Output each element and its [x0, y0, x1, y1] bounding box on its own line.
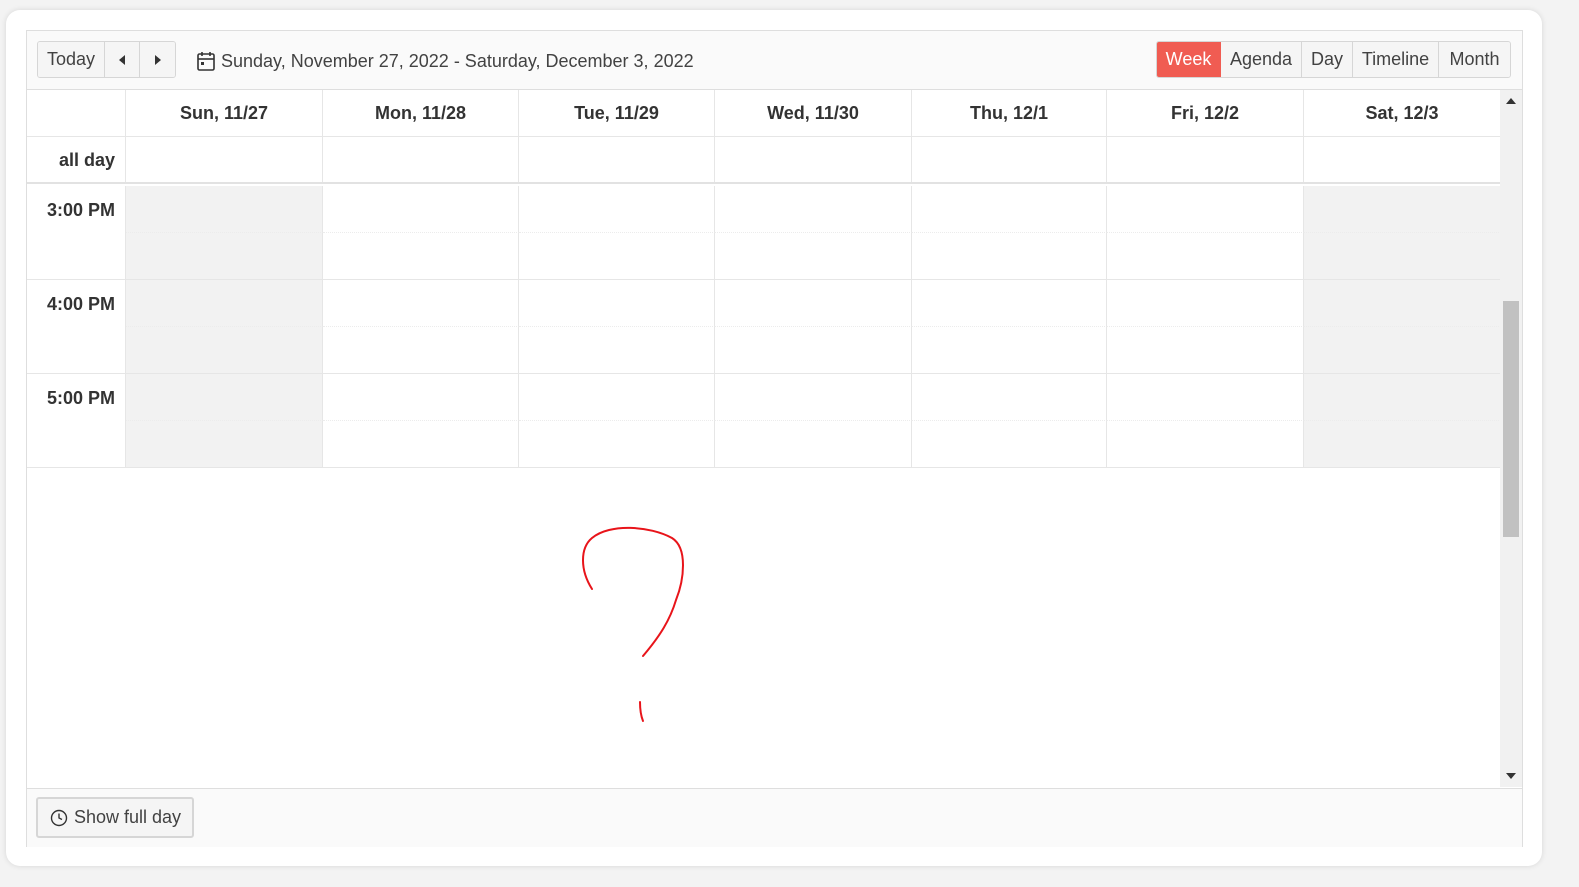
time-label-cell: 3:00 PM: [27, 186, 126, 280]
vertical-scrollbar[interactable]: [1500, 90, 1522, 787]
all-day-cell[interactable]: [912, 137, 1107, 182]
time-slot-cell[interactable]: [1107, 327, 1304, 374]
view-day-button[interactable]: Day: [1302, 42, 1353, 77]
time-slot-cell[interactable]: [126, 421, 323, 468]
all-day-cell[interactable]: [1304, 137, 1501, 182]
day-header-mon[interactable]: Mon, 11/28: [323, 90, 519, 136]
scheduler-footer: Show full day: [27, 788, 1522, 847]
time-slot-cell[interactable]: [323, 233, 519, 280]
time-slot-cell[interactable]: [912, 421, 1107, 468]
all-day-cell[interactable]: [126, 137, 323, 182]
time-slot-cell[interactable]: [519, 233, 715, 280]
caret-right-icon: [154, 54, 161, 65]
time-slot-cell[interactable]: [519, 374, 715, 421]
scroll-down-icon[interactable]: [1506, 773, 1516, 779]
view-timeline-button[interactable]: Timeline: [1353, 42, 1439, 77]
time-slot-cell[interactable]: [1304, 421, 1501, 468]
time-slot-cell[interactable]: [1304, 280, 1501, 327]
time-slot-cell[interactable]: [126, 233, 323, 280]
time-slot-cell[interactable]: [912, 186, 1107, 233]
time-slot-cell[interactable]: [912, 327, 1107, 374]
all-day-cell[interactable]: [715, 137, 912, 182]
time-slot-cell[interactable]: [126, 374, 323, 421]
time-slot-cell[interactable]: [126, 327, 323, 374]
time-slot-cell[interactable]: [1304, 327, 1501, 374]
day-header-sat[interactable]: Sat, 12/3: [1304, 90, 1501, 136]
time-slot-cell[interactable]: [1107, 280, 1304, 327]
time-slot-cell[interactable]: [715, 327, 912, 374]
scroll-up-icon[interactable]: [1506, 98, 1516, 104]
scrollbar-thumb[interactable]: [1503, 301, 1519, 537]
caret-left-icon: [119, 54, 125, 65]
time-slot-cell[interactable]: [126, 280, 323, 327]
all-day-cell[interactable]: [1107, 137, 1304, 182]
time-slot-cell[interactable]: [715, 374, 912, 421]
time-slot-cell[interactable]: [912, 374, 1107, 421]
time-slot-cell[interactable]: [912, 280, 1107, 327]
day-header-fri[interactable]: Fri, 12/2: [1107, 90, 1304, 136]
time-label-5pm: 5:00 PM: [46, 388, 115, 408]
next-button[interactable]: [140, 42, 175, 77]
time-slot-cell[interactable]: [715, 186, 912, 233]
view-agenda-button[interactable]: Agenda: [1221, 42, 1302, 77]
clock-icon: [50, 809, 68, 826]
time-slot-cell[interactable]: [519, 186, 715, 233]
time-slot-cell[interactable]: [323, 374, 519, 421]
view-switcher: Week Agenda Day Timeline Month: [1156, 41, 1511, 78]
time-label-cell: 4:00 PM: [27, 280, 126, 374]
day-header-sun[interactable]: Sun, 11/27: [126, 90, 323, 136]
time-slot-cell[interactable]: [1107, 186, 1304, 233]
time-slot-cell[interactable]: [323, 327, 519, 374]
today-button[interactable]: Today: [38, 42, 105, 77]
time-label-4pm: 4:00 PM: [46, 294, 115, 314]
time-slot-cell[interactable]: [1107, 233, 1304, 280]
day-header-thu[interactable]: Thu, 12/1: [912, 90, 1107, 136]
time-slot-cell[interactable]: [715, 233, 912, 280]
time-slot-cell[interactable]: [519, 421, 715, 468]
view-week-button[interactable]: Week: [1157, 42, 1221, 77]
time-slot-cell[interactable]: [519, 327, 715, 374]
time-label-cell: 5:00 PM: [27, 374, 126, 468]
time-slot-cell[interactable]: [715, 421, 912, 468]
all-day-label: all day: [58, 150, 115, 170]
view-month-button[interactable]: Month: [1439, 42, 1510, 77]
time-slot-cell[interactable]: [126, 186, 323, 233]
time-slot-cell[interactable]: [715, 280, 912, 327]
time-slot-cell[interactable]: [323, 280, 519, 327]
scheduler-toolbar: Today Sunday, November 27, 2022 - Saturd…: [27, 31, 1522, 90]
date-range-text: Sunday, November 27, 2022 - Saturday, De…: [221, 50, 694, 71]
day-header-wed[interactable]: Wed, 11/30: [715, 90, 912, 136]
calendar-icon: [197, 52, 215, 71]
time-slot-cell[interactable]: [1304, 374, 1501, 421]
previous-button[interactable]: [105, 42, 140, 77]
day-header-tue[interactable]: Tue, 11/29: [519, 90, 715, 136]
show-full-day-button[interactable]: Show full day: [36, 797, 195, 838]
all-day-cell[interactable]: [323, 137, 519, 182]
all-day-label-cell: all day: [27, 137, 126, 182]
time-slot-area: 3:00 PM 4:00 PM 5:00 PM: [27, 186, 1501, 469]
day-header-row: Sun, 11/27 Mon, 11/28 Tue, 11/29 Wed, 11…: [27, 90, 1501, 137]
time-slot-cell[interactable]: [323, 186, 519, 233]
show-full-day-label: Show full day: [74, 807, 182, 827]
time-slot-cell[interactable]: [323, 421, 519, 468]
time-slot-cell[interactable]: [1107, 421, 1304, 468]
navigation-group: Today: [37, 41, 176, 78]
all-day-cell[interactable]: [519, 137, 715, 182]
time-slot-cell[interactable]: [1107, 374, 1304, 421]
all-day-row: all day: [27, 137, 1501, 184]
time-slot-cell[interactable]: [1304, 186, 1501, 233]
time-slot-cell[interactable]: [912, 233, 1107, 280]
time-slot-cell[interactable]: [519, 280, 715, 327]
scheduler: Today Sunday, November 27, 2022 - Saturd…: [26, 30, 1523, 847]
date-range-button[interactable]: Sunday, November 27, 2022 - Saturday, De…: [197, 49, 694, 73]
header-corner: [27, 90, 126, 136]
time-label-3pm: 3:00 PM: [46, 200, 115, 220]
time-slot-cell[interactable]: [1304, 233, 1501, 280]
